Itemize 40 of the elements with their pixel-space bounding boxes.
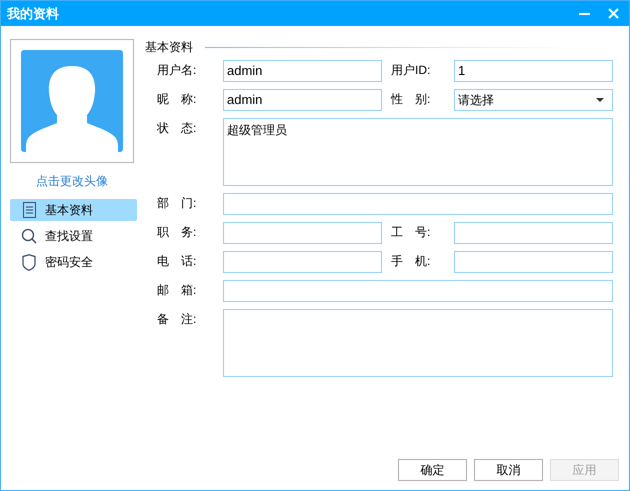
field-label: 用户ID:	[391, 62, 432, 79]
input-field[interactable]	[223, 193, 613, 215]
sidebar-item[interactable]: 密码安全	[10, 251, 137, 273]
input-field[interactable]: 1	[454, 60, 613, 82]
input-field[interactable]	[223, 251, 382, 273]
dropdown-field[interactable]: 请选择	[454, 89, 613, 111]
shield-icon	[22, 254, 36, 270]
field-label: 用户名:	[157, 62, 198, 79]
close-icon[interactable]	[608, 8, 619, 19]
dialog-button[interactable]: 确定	[398, 459, 467, 481]
field-label: 邮 箱:	[157, 282, 198, 299]
window-title: 我的资料	[7, 4, 60, 23]
change-avatar-link[interactable]: 点击更改头像	[10, 172, 134, 190]
caret-icon	[596, 98, 604, 102]
field-label: 备 注:	[157, 311, 198, 328]
dialog-button[interactable]: 取消	[474, 459, 543, 481]
avatar-frame[interactable]	[10, 39, 134, 163]
field-label: 状 态:	[157, 120, 198, 137]
field-label: 昵 称:	[157, 91, 198, 108]
input-field[interactable]	[223, 280, 613, 302]
input-field[interactable]: admin	[223, 60, 382, 82]
field-label: 性 别:	[391, 91, 432, 108]
input-field[interactable]: admin	[223, 89, 382, 111]
section-title: 基本资料	[145, 39, 193, 56]
field-label: 职 务:	[157, 224, 198, 241]
text-area[interactable]	[223, 309, 613, 377]
avatar-icon	[21, 50, 123, 152]
sidebar-item[interactable]: 基本资料	[10, 199, 137, 221]
field-label: 电 话:	[157, 253, 198, 270]
field-label: 部 门:	[157, 195, 198, 212]
field-label: 工 号:	[391, 224, 432, 241]
field-label: 手 机:	[391, 253, 432, 270]
input-field[interactable]	[454, 251, 613, 273]
sidebar-item[interactable]: 查找设置	[10, 225, 137, 247]
input-field[interactable]	[223, 222, 382, 244]
search-icon	[21, 228, 37, 244]
minimize-icon[interactable]	[579, 12, 590, 14]
text-area[interactable]: 超级管理员	[223, 118, 613, 186]
document-icon	[22, 202, 36, 218]
input-field[interactable]	[454, 222, 613, 244]
